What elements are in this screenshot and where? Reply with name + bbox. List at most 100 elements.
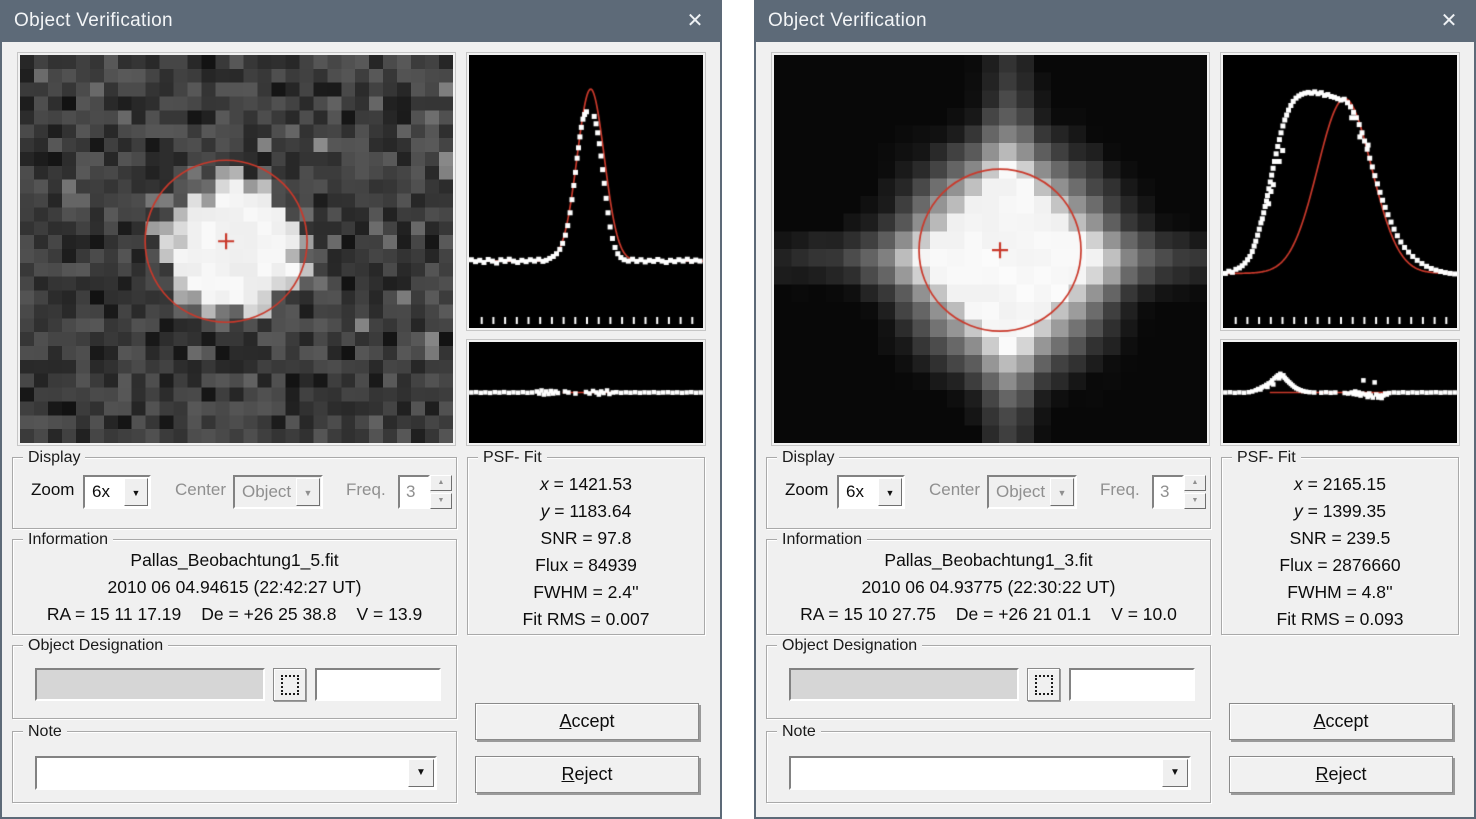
accept-button[interactable]: Accept	[475, 703, 699, 740]
psf-snr: SNR = 239.5	[1222, 528, 1458, 549]
close-icon[interactable]: ✕	[1432, 0, 1466, 42]
designation-browse-button[interactable]	[273, 668, 306, 701]
psf-fit-group: PSF- Fit x = 2165.15 y = 1399.35 SNR = 2…	[1221, 457, 1459, 635]
accept-button[interactable]: Accept	[1229, 703, 1453, 740]
note-dropdown-icon[interactable]: ▼	[1162, 759, 1188, 787]
de-value: De = +26 21 01.1	[956, 604, 1091, 625]
center-label: Center	[175, 480, 226, 500]
center-dropdown-icon: ▼	[1050, 478, 1074, 506]
psf-x: x = 1421.53	[468, 474, 704, 495]
psf-snr: SNR = 97.8	[468, 528, 704, 549]
display-group: Display Zoom 6x ▼ Center Object ▼ Freq. …	[766, 457, 1211, 529]
window-title: Object Verification	[768, 0, 927, 42]
observation-datetime: 2010 06 04.93775 (22:30:22 UT)	[767, 577, 1210, 598]
title-bar[interactable]: Object Verification ✕	[754, 0, 1476, 42]
psf-fwhm: FWHM = 2.4''	[468, 582, 704, 603]
freq-input: 3	[398, 475, 430, 509]
note-combobox[interactable]: ▼	[789, 756, 1191, 790]
dotted-box-icon	[1035, 675, 1053, 695]
center-select: Object ▼	[233, 475, 323, 509]
psf-profile-panel	[467, 53, 705, 330]
psf-flux: Flux = 84939	[468, 555, 704, 576]
coordinates-line: RA = 15 11 17.19 De = +26 25 38.8 V = 13…	[13, 604, 456, 625]
zoom-select[interactable]: 6x ▼	[837, 475, 905, 509]
zoom-label: Zoom	[785, 480, 828, 500]
title-bar[interactable]: Object Verification ✕	[0, 0, 722, 42]
zoom-dropdown-icon[interactable]: ▼	[878, 478, 902, 506]
psf-y: y = 1399.35	[1222, 501, 1458, 522]
window-title: Object Verification	[14, 0, 173, 42]
note-group: Note ▼	[766, 731, 1211, 803]
observation-datetime: 2010 06 04.94615 (22:42:27 UT)	[13, 577, 456, 598]
psf-fit-rms: Fit RMS = 0.093	[1222, 609, 1458, 630]
spin-down-icon: ▼	[430, 493, 452, 509]
display-legend: Display	[23, 449, 85, 467]
information-group: Information Pallas_Beobachtung1_3.fit 20…	[766, 539, 1211, 635]
psf-fit-group: PSF- Fit x = 1421.53 y = 1183.64 SNR = 9…	[467, 457, 705, 635]
reject-button[interactable]: Reject	[475, 756, 699, 793]
psf-fit-rms: Fit RMS = 0.007	[468, 609, 704, 630]
dotted-box-icon	[281, 675, 299, 695]
designation-secondary-field[interactable]	[1069, 668, 1195, 701]
psf-profile-plot	[469, 55, 703, 328]
designation-secondary-field[interactable]	[315, 668, 441, 701]
de-value: De = +26 25 38.8	[201, 604, 336, 625]
center-dropdown-icon: ▼	[296, 478, 320, 506]
object-designation-legend: Object Designation	[23, 637, 168, 655]
note-dropdown-icon[interactable]: ▼	[408, 759, 434, 787]
v-mag-value: V = 13.9	[357, 604, 423, 625]
note-legend: Note	[23, 723, 67, 741]
display-group: Display Zoom 6x ▼ Center Object ▼ Freq. …	[12, 457, 457, 529]
zoom-select[interactable]: 6x ▼	[83, 475, 151, 509]
freq-spinner: ▲ ▼	[430, 475, 452, 509]
psf-profile-plot	[1223, 55, 1457, 328]
note-group: Note ▼	[12, 731, 457, 803]
psf-fwhm: FWHM = 4.8''	[1222, 582, 1458, 603]
psf-residual-panel	[467, 340, 705, 445]
information-group: Information Pallas_Beobachtung1_5.fit 20…	[12, 539, 457, 635]
spin-up-icon: ▲	[430, 475, 452, 491]
object-verification-dialog-left: Object Verification ✕ Display Zoom 6x ▼ …	[0, 0, 722, 819]
display-legend: Display	[777, 449, 839, 467]
freq-label: Freq.	[1100, 480, 1140, 500]
psf-residual-plot	[1223, 342, 1457, 443]
psf-flux: Flux = 2876660	[1222, 555, 1458, 576]
aperture-circle-overlay	[774, 55, 1207, 443]
coordinates-line: RA = 15 10 27.75 De = +26 21 01.1 V = 10…	[767, 604, 1210, 625]
freq-spinner: ▲ ▼	[1184, 475, 1206, 509]
v-mag-value: V = 10.0	[1111, 604, 1177, 625]
filename: Pallas_Beobachtung1_3.fit	[767, 550, 1210, 571]
spin-down-icon: ▼	[1184, 493, 1206, 509]
designation-browse-button[interactable]	[1027, 668, 1060, 701]
psf-y: y = 1183.64	[468, 501, 704, 522]
psf-fit-legend: PSF- Fit	[478, 449, 547, 467]
note-legend: Note	[777, 723, 821, 741]
note-combobox[interactable]: ▼	[35, 756, 437, 790]
note-input[interactable]	[37, 758, 435, 788]
ra-value: RA = 15 11 17.19	[47, 604, 181, 625]
object-designation-legend: Object Designation	[777, 637, 922, 655]
close-icon[interactable]: ✕	[678, 0, 712, 42]
ra-value: RA = 15 10 27.75	[800, 604, 936, 625]
zoom-label: Zoom	[31, 480, 74, 500]
reject-button[interactable]: Reject	[1229, 756, 1453, 793]
filename: Pallas_Beobachtung1_5.fit	[13, 550, 456, 571]
zoom-dropdown-icon[interactable]: ▼	[124, 478, 148, 506]
freq-label: Freq.	[346, 480, 386, 500]
psf-residual-plot	[469, 342, 703, 443]
designation-primary-field	[789, 668, 1019, 701]
information-legend: Information	[23, 531, 113, 549]
center-select: Object ▼	[987, 475, 1077, 509]
note-input[interactable]	[791, 758, 1189, 788]
freq-input: 3	[1152, 475, 1184, 509]
psf-fit-legend: PSF- Fit	[1232, 449, 1301, 467]
screen: Object Verification ✕ Display Zoom 6x ▼ …	[0, 0, 1476, 819]
psf-profile-panel	[1221, 53, 1459, 330]
object-image-panel	[18, 53, 455, 445]
center-label: Center	[929, 480, 980, 500]
object-image-panel	[772, 53, 1209, 445]
object-verification-dialog-right: Object Verification ✕ Display Zoom 6x ▼ …	[754, 0, 1476, 819]
information-legend: Information	[777, 531, 867, 549]
aperture-circle-overlay	[20, 55, 453, 443]
object-designation-group: Object Designation	[766, 645, 1211, 719]
